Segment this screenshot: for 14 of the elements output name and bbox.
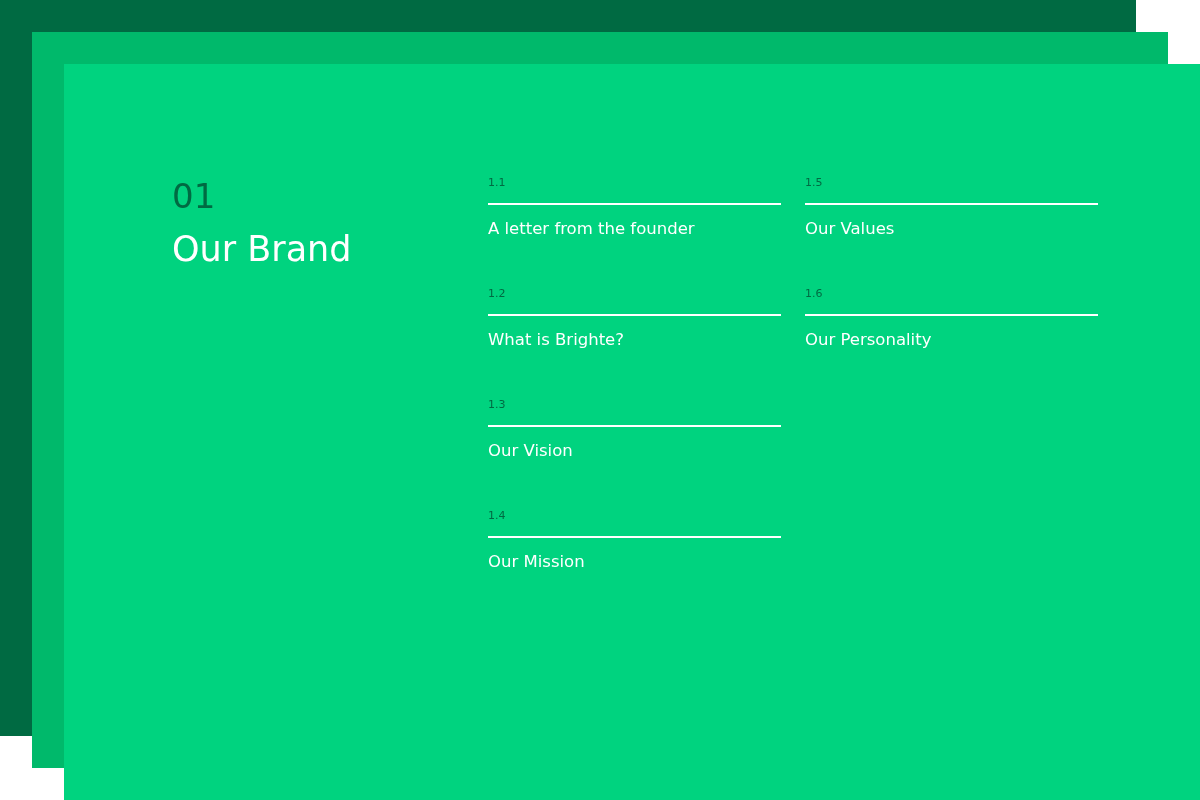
item-number: 1.3 <box>488 398 506 412</box>
section-title: Our Brand <box>172 228 353 270</box>
toc-link[interactable]: Our Mission <box>488 551 585 573</box>
toc-link[interactable]: Our Personality <box>805 329 932 351</box>
item-number: 1.6 <box>805 287 823 301</box>
toc-link[interactable]: Our Values <box>805 218 895 240</box>
item-number: 1.5 <box>805 176 823 190</box>
toc-link[interactable]: What is Brighte? <box>488 329 625 351</box>
section-number: 01 <box>172 176 217 216</box>
toc-link[interactable]: Our Vision <box>488 440 573 462</box>
item-number: 1.4 <box>488 509 506 523</box>
item-number: 1.1 <box>488 176 506 190</box>
toc-link[interactable]: A letter from the founder <box>488 218 695 240</box>
item-number: 1.2 <box>488 287 506 301</box>
